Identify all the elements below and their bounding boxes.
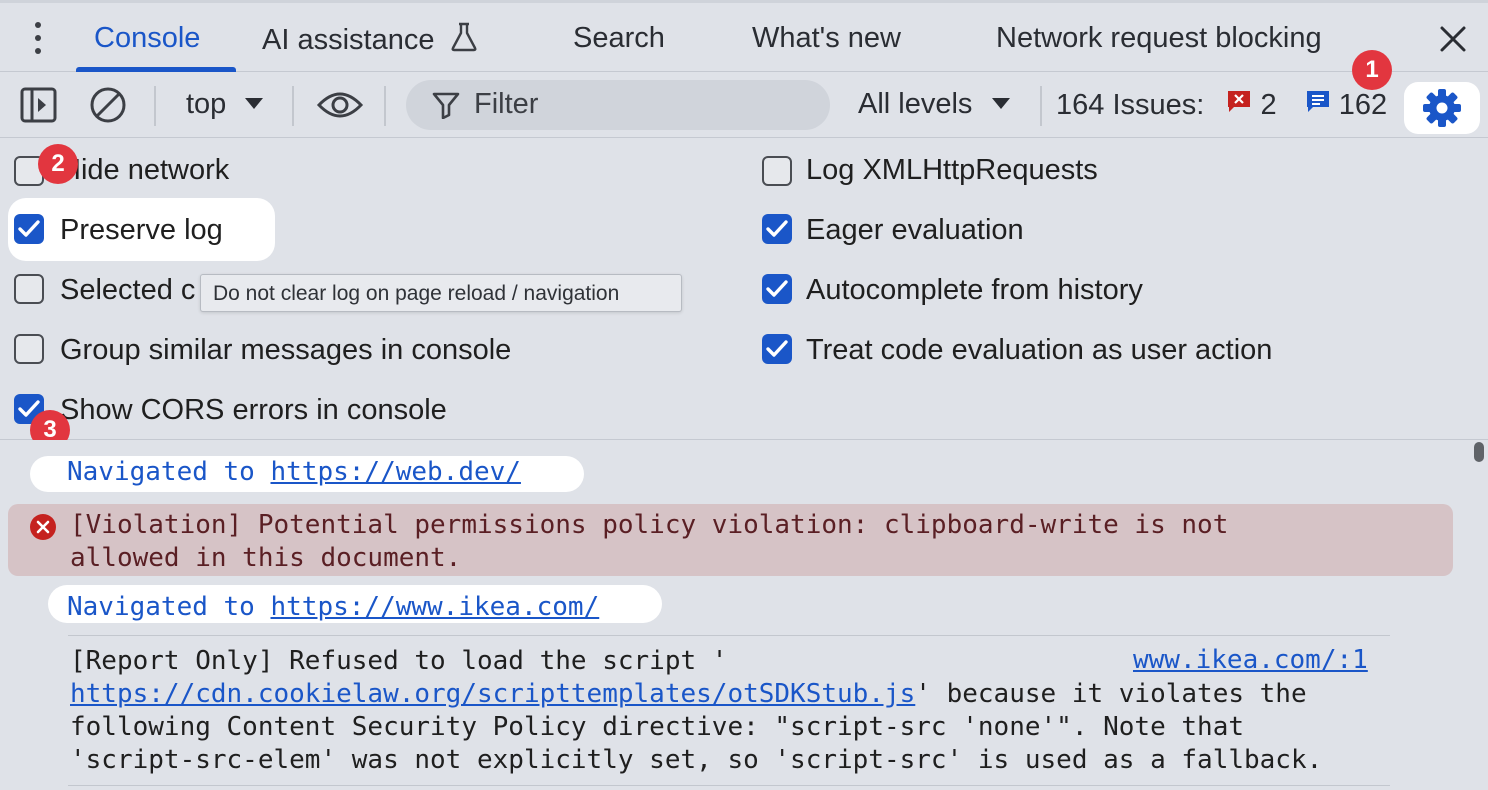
sidebar-toggle-icon[interactable] — [20, 86, 58, 124]
preserve-log-label: Preserve log — [60, 214, 223, 246]
report-line-2: https://cdn.cookielaw.org/scripttemplate… — [70, 678, 1307, 711]
nav-url-link[interactable]: https://www.ikea.com/ — [271, 592, 600, 622]
message-divider — [68, 785, 1390, 786]
autocomplete-history-label: Autocomplete from history — [806, 274, 1143, 306]
tab-network-request-blocking[interactable]: Network request blocking — [996, 22, 1322, 55]
filter-input[interactable]: Filter — [406, 80, 830, 130]
step-badge-1: 1 — [1352, 50, 1392, 90]
tabbar-top-border — [0, 0, 1488, 3]
message-divider — [68, 635, 1390, 636]
toolbar-separator — [154, 86, 156, 126]
log-levels-label: All levels — [858, 88, 973, 120]
report-line-1: [Report Only] Refused to load the script… — [70, 646, 728, 676]
report-line-3: following Content Security Policy direct… — [70, 712, 1244, 742]
group-similar-checkbox[interactable] — [14, 334, 44, 364]
eye-icon[interactable] — [316, 89, 364, 121]
error-icon — [30, 514, 56, 540]
console-navigation-message: Navigated to https://web.dev/ — [67, 457, 521, 487]
tab-ai-assistance[interactable]: AI assistance — [262, 22, 477, 57]
autocomplete-history-checkbox[interactable] — [762, 274, 792, 304]
report-source-link[interactable]: www.ikea.com/:1 — [1133, 645, 1368, 675]
tab-console[interactable]: Console — [94, 22, 200, 55]
log-levels-dropdown[interactable]: All levels — [858, 88, 1011, 121]
checkmark-icon — [18, 220, 40, 237]
devtools-tabbar: Console AI assistance Search What's new … — [0, 0, 1488, 72]
toolbar-separator — [292, 86, 294, 126]
nav-prefix: Navigated to — [67, 457, 271, 487]
report-line-2-rest: ' because it violates the — [915, 679, 1307, 709]
checkmark-icon — [766, 220, 788, 237]
treat-code-evaluation-label: Treat code evaluation as user action — [806, 334, 1273, 366]
close-icon[interactable] — [1436, 22, 1470, 56]
more-menu-icon[interactable] — [26, 20, 50, 56]
selected-context-label: Selected c — [60, 274, 196, 306]
checkmark-icon — [766, 280, 788, 297]
report-line-4: 'script-src-elem' was not explicitly set… — [70, 745, 1323, 775]
group-similar-label: Group similar messages in console — [60, 334, 512, 366]
script-url-link[interactable]: https://cdn.cookielaw.org/scripttemplate… — [70, 679, 915, 709]
flask-icon — [451, 22, 477, 52]
tab-search[interactable]: Search — [573, 22, 665, 55]
violation-line-2: allowed in this document. — [70, 543, 462, 573]
filter-icon — [432, 92, 460, 119]
checkmark-icon — [766, 340, 788, 357]
step-badge-2: 2 — [38, 144, 78, 184]
filter-placeholder: Filter — [474, 88, 539, 120]
console-scrollbar[interactable] — [1472, 440, 1488, 790]
log-xhr-checkbox[interactable] — [762, 156, 792, 186]
hide-network-label: Hide network — [60, 154, 230, 186]
clear-console-icon[interactable] — [88, 85, 128, 125]
eager-evaluation-label: Eager evaluation — [806, 214, 1024, 246]
info-issue-count: 162 — [1338, 89, 1388, 121]
toolbar-separator — [1040, 86, 1042, 126]
triangle-down-icon — [991, 98, 1010, 109]
triangle-down-icon — [245, 98, 264, 109]
toolbar-separator — [384, 86, 386, 126]
eager-evaluation-checkbox[interactable] — [762, 214, 792, 244]
selected-context-checkbox[interactable] — [14, 274, 44, 304]
tab-ai-assistance-label: AI assistance — [262, 24, 435, 56]
nav-url-link[interactable]: https://web.dev/ — [271, 457, 521, 487]
context-selector[interactable]: top — [186, 88, 264, 121]
error-issue-count: 2 — [1260, 89, 1277, 121]
issues-label: 164 Issues: — [1056, 89, 1205, 121]
gear-icon — [1423, 89, 1461, 127]
console-navigation-message: Navigated to https://www.ikea.com/ — [67, 592, 599, 622]
show-cors-errors-label: Show CORS errors in console — [60, 394, 447, 426]
violation-line-1: [Violation] Potential permissions policy… — [70, 510, 1229, 540]
scrollbar-thumb[interactable] — [1474, 442, 1484, 462]
preserve-log-checkbox[interactable] — [14, 214, 44, 244]
console-toolbar: top Filter All levels 164 Issues: 2 162 — [0, 72, 1488, 138]
nav-prefix: Navigated to — [67, 592, 271, 622]
settings-button[interactable] — [1404, 82, 1480, 134]
treat-code-evaluation-checkbox[interactable] — [762, 334, 792, 364]
preserve-log-tooltip: Do not clear log on page reload / naviga… — [200, 274, 682, 312]
console-messages: Navigated to https://web.dev/ [Violation… — [0, 440, 1488, 790]
info-issue-icon — [1306, 91, 1329, 112]
error-issue-icon — [1228, 91, 1251, 112]
context-selector-label: top — [186, 88, 227, 120]
issues-counter[interactable]: 164 Issues: 2 162 — [1056, 88, 1387, 122]
log-xhr-label: Log XMLHttpRequests — [806, 154, 1098, 186]
tab-whats-new[interactable]: What's new — [752, 22, 901, 55]
